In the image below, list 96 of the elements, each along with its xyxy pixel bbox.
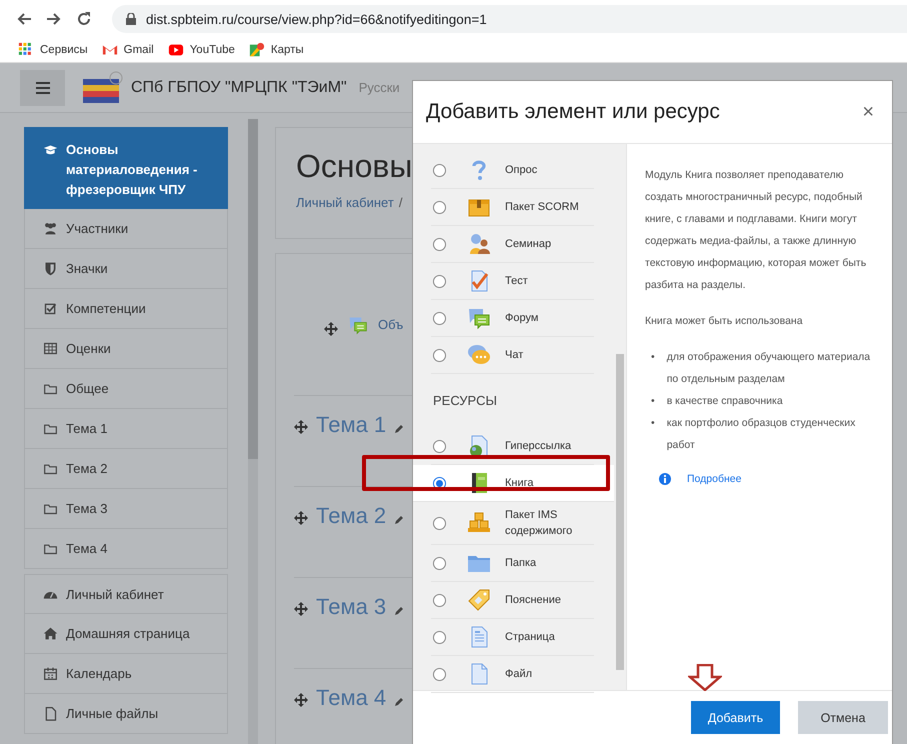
radio-button[interactable] (433, 274, 446, 288)
description-text: Модуль Книга позволяет преподавателю создать многостраничный ресурс, подобный книге, с главами и подглавами. Книги могут содержать медиа-файлы, а также длинную текстовую информацию, которая может быть разбита на разделы. (645, 168, 868, 293)
pencil-icon[interactable] (394, 606, 404, 616)
sidebar-item[interactable]: Оценки (24, 329, 228, 369)
sidebar-item[interactable]: Участники (24, 209, 228, 249)
sidebar-item[interactable]: Личный кабинет (24, 574, 228, 614)
module-option[interactable]: Файл (431, 656, 594, 693)
module-option[interactable]: Страница (431, 619, 594, 656)
people-icon (467, 232, 491, 256)
radio-button[interactable] (433, 200, 446, 214)
forward-arrow-icon[interactable] (46, 11, 62, 27)
radio-button[interactable] (433, 312, 446, 324)
sidebar-item[interactable]: Домашняя страница (24, 614, 228, 654)
radio-button[interactable] (433, 348, 446, 362)
scrollbar[interactable] (614, 144, 627, 690)
module-option[interactable]: Форум (431, 300, 594, 337)
radio-button[interactable] (433, 440, 446, 452)
shield-icon (43, 261, 58, 276)
sidebar-item[interactable]: Общее (24, 369, 228, 409)
sidebar-item[interactable]: Тема 4 (24, 529, 228, 569)
pencil-icon[interactable] (394, 515, 404, 525)
radio-button[interactable] (433, 668, 446, 680)
bookmark-link[interactable]: Карты (270, 44, 304, 56)
scrollbar[interactable] (248, 119, 258, 744)
bullet-marker: • (651, 394, 655, 409)
logo-icon (83, 70, 123, 104)
move-icon[interactable] (324, 322, 338, 336)
bullet-marker: • (651, 350, 655, 365)
lock-icon (126, 13, 136, 25)
move-icon[interactable] (294, 511, 308, 525)
table-icon (43, 341, 58, 356)
radio-button[interactable] (433, 594, 446, 606)
module-option[interactable]: Папка (431, 545, 594, 582)
calendar-icon (43, 666, 58, 681)
map-pin-icon (248, 42, 265, 58)
speech-bubbles-icon (467, 306, 491, 330)
radio-button[interactable] (433, 516, 446, 530)
sidebar-item[interactable]: Тема 2 (24, 449, 228, 489)
info-icon (659, 473, 671, 485)
people-icon (43, 221, 58, 236)
sidebar-item[interactable]: Компетенции (24, 289, 228, 329)
bookmark-link[interactable]: Gmail (124, 44, 154, 56)
move-icon[interactable] (294, 602, 308, 616)
module-option[interactable]: Тест (431, 263, 594, 300)
bullet-item: в качестве справочника (666, 394, 783, 409)
bullet-marker: • (651, 416, 655, 431)
radio-button[interactable] (433, 238, 446, 250)
close-button[interactable]: × (858, 100, 878, 124)
bookmark-link[interactable]: Сервисы (40, 44, 88, 56)
sidebar-item[interactable]: Тема 3 (24, 489, 228, 529)
house-icon (43, 626, 58, 641)
sidebar-item[interactable]: Тема 1 (24, 409, 228, 449)
play-icon (168, 42, 184, 58)
address-bar[interactable]: dist.spbteim.ru/course/view.php?id=66&notifyeditingon=1 (112, 5, 907, 33)
move-icon[interactable] (294, 420, 308, 434)
sidebar-item[interactable]: Личные файлы (24, 694, 228, 734)
apps-grid-icon (18, 42, 34, 58)
bookmark-link[interactable]: YouTube (190, 44, 235, 56)
module-option[interactable]: Пакет SCORM (431, 189, 594, 226)
page-title: Основы (296, 148, 412, 185)
tag-icon (467, 588, 491, 612)
menu-icon (36, 82, 50, 94)
checkbox-icon (43, 301, 58, 316)
add-button[interactable]: Добавить (691, 701, 780, 734)
stacked-boxes-icon (467, 511, 491, 535)
back-arrow-icon[interactable] (16, 11, 32, 27)
cancel-button[interactable]: Отмена (798, 701, 888, 734)
radio-button[interactable] (433, 630, 446, 644)
speech-bubbles-icon (348, 314, 368, 334)
menu-button[interactable] (20, 70, 65, 106)
breadcrumb-separator: / (398, 195, 402, 210)
move-icon[interactable] (294, 693, 308, 707)
sidebar-item[interactable]: Календарь (24, 654, 228, 694)
module-option[interactable]: Семинар (431, 226, 594, 263)
group-heading: РЕСУРСЫ (433, 393, 498, 408)
breadcrumb-link[interactable]: Личный кабинет (296, 195, 394, 210)
sidebar-item[interactable]: Основы материаловедения - фрезеровщик ЧПУ (24, 127, 228, 209)
file-icon (43, 706, 58, 721)
bullet-item: как портфолио образцов студенческих работ (666, 416, 856, 453)
module-option[interactable]: Пакет IMS содержимого (431, 502, 594, 545)
module-option[interactable]: Опрос (431, 152, 594, 189)
radio-button[interactable] (433, 556, 446, 570)
sidebar-item[interactable]: Значки (24, 249, 228, 289)
reload-icon[interactable] (76, 11, 92, 27)
dialog-title: Добавить элемент или ресурс (426, 100, 720, 124)
pencil-icon[interactable] (394, 424, 404, 434)
module-option[interactable]: Пояснение (431, 582, 594, 619)
pencil-icon[interactable] (394, 697, 404, 707)
site-name[interactable]: СПб ГБПОУ "МРЦПК "ТЭиМ" (131, 78, 347, 96)
module-option[interactable]: Чат (431, 337, 594, 374)
more-link[interactable]: Подробнее (687, 468, 742, 490)
radio-button[interactable] (433, 164, 446, 176)
activity-link[interactable]: Объ (378, 317, 404, 332)
chat-bubble-icon (467, 343, 491, 367)
down-arrow-icon (688, 664, 722, 691)
description-text: Книга может быть использована (645, 314, 804, 329)
